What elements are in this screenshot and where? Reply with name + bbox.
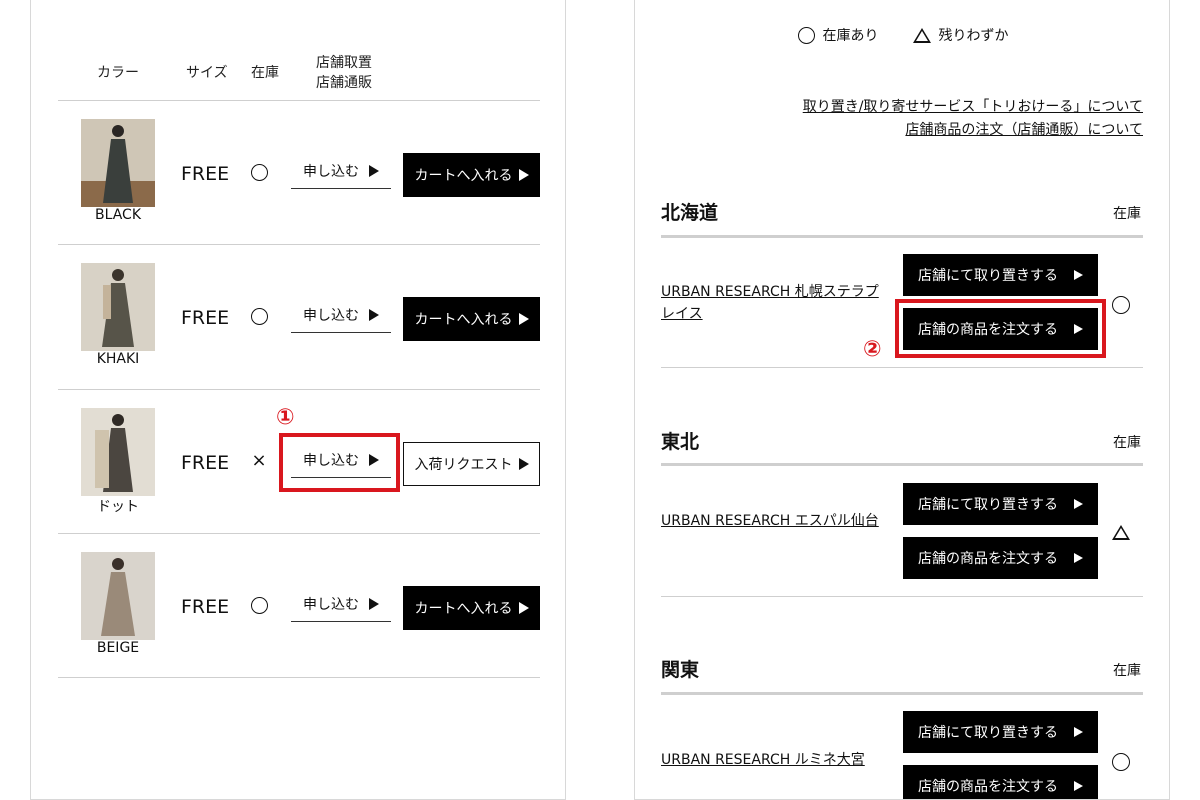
color-name: KHAKI <box>96 351 140 367</box>
add-to-cart-button[interactable]: カートへ入れる <box>403 586 540 630</box>
request-label: 入荷リクエスト <box>414 457 513 473</box>
store-stock-panel: 在庫あり 残りわずか 取り置き/取り寄せサービス「トリおけーる」について 店舗商… <box>634 0 1170 800</box>
region-stock-label: 在庫 <box>1113 435 1141 451</box>
region-title: 北海道 <box>661 202 719 224</box>
divider <box>58 677 540 678</box>
cart-label: カートへ入れる <box>414 312 513 328</box>
product-thumbnail[interactable] <box>81 552 155 640</box>
table-row: BEIGE FREE 申し込む カートへ入れる <box>31 534 565 678</box>
region-divider <box>661 463 1143 466</box>
product-size-panel: カラー サイズ 在庫 店舗取置 店舗通販 BLACK FREE 申し込む カート… <box>30 0 566 800</box>
region-stock-label: 在庫 <box>1113 663 1141 679</box>
size-value: FREE <box>181 163 230 185</box>
header-stock: 在庫 <box>251 65 279 81</box>
play-arrow-icon <box>518 602 529 614</box>
legend-in-stock-label: 在庫あり <box>822 28 879 44</box>
in-stock-circle-icon <box>1112 753 1130 771</box>
in-stock-circle-icon <box>251 164 268 181</box>
play-arrow-icon <box>1074 727 1083 737</box>
in-stock-circle-icon <box>251 597 268 614</box>
play-arrow-icon <box>518 169 529 181</box>
in-stock-circle-icon <box>1112 296 1130 314</box>
service-info-link[interactable]: 取り置き/取り寄せサービス「トリおけーる」について <box>803 96 1143 116</box>
play-arrow-icon <box>369 597 379 610</box>
region-title: 関東 <box>661 659 700 681</box>
region-title: 東北 <box>661 431 700 453</box>
order-label: 店舗の商品を注文する <box>918 779 1058 795</box>
size-value: FREE <box>181 452 230 474</box>
stock-legend: 在庫あり 残りわずか <box>635 25 1169 45</box>
product-thumbnail[interactable] <box>81 408 155 496</box>
cart-label: カートへ入れる <box>414 601 513 617</box>
store-divider <box>661 596 1143 597</box>
store-name-link[interactable]: URBAN RESEARCH 札幌ステラプレイス <box>661 281 886 325</box>
cart-label: カートへ入れる <box>414 168 513 184</box>
table-row: BLACK FREE 申し込む カートへ入れる <box>31 101 565 245</box>
header-size: サイズ <box>186 65 228 81</box>
header-color: カラー <box>97 65 139 81</box>
add-to-cart-button[interactable]: カートへ入れる <box>403 153 540 197</box>
play-arrow-icon <box>1074 499 1083 509</box>
triangle-icon <box>912 27 931 43</box>
annotation-box-1 <box>279 433 400 492</box>
annotation-number-1: ① <box>276 405 295 430</box>
restock-request-button[interactable]: 入荷リクエスト <box>403 442 540 486</box>
region-divider <box>661 692 1143 695</box>
hold-at-store-button[interactable]: 店舗にて取り置きする <box>903 483 1098 525</box>
annotation-box-2 <box>895 299 1106 358</box>
apply-button[interactable]: 申し込む <box>291 153 391 189</box>
legend-low-stock-label: 残りわずか <box>938 28 1009 44</box>
color-name: BEIGE <box>96 640 140 656</box>
order-label: 店舗の商品を注文する <box>918 551 1058 567</box>
header-store-line2: 店舗通販 <box>316 75 372 91</box>
color-name: BLACK <box>94 207 141 223</box>
play-arrow-icon <box>1074 781 1083 791</box>
apply-label: 申し込む <box>303 596 359 613</box>
add-to-cart-button[interactable]: カートへ入れる <box>403 297 540 341</box>
play-arrow-icon <box>1074 553 1083 563</box>
color-name: ドット <box>97 499 139 515</box>
store-name-link[interactable]: URBAN RESEARCH エスパル仙台 <box>661 510 886 532</box>
hold-label: 店舗にて取り置きする <box>918 497 1058 513</box>
header-store-line1: 店舗取置 <box>316 55 372 71</box>
out-of-stock-mark: × <box>251 450 267 471</box>
header-store: 店舗取置 店舗通販 <box>316 53 372 93</box>
order-store-item-button[interactable]: 店舗の商品を注文する <box>903 765 1098 799</box>
hold-at-store-button[interactable]: 店舗にて取り置きする <box>903 711 1098 753</box>
hold-label: 店舗にて取り置きする <box>918 725 1058 741</box>
apply-button[interactable]: 申し込む <box>291 297 391 333</box>
hold-at-store-button[interactable]: 店舗にて取り置きする <box>903 254 1098 296</box>
in-stock-circle-icon <box>251 308 268 325</box>
play-arrow-icon <box>369 308 379 321</box>
circle-icon <box>797 26 815 44</box>
play-arrow-icon <box>1074 270 1083 280</box>
legend-in-stock: 在庫あり <box>797 25 879 45</box>
size-value: FREE <box>181 307 230 329</box>
hold-label: 店舗にて取り置きする <box>918 268 1058 284</box>
legend-low-stock: 残りわずか <box>912 25 1009 45</box>
size-value: FREE <box>181 596 230 618</box>
region-stock-label: 在庫 <box>1113 206 1141 222</box>
apply-button[interactable]: 申し込む <box>291 586 391 622</box>
store-name-link[interactable]: URBAN RESEARCH ルミネ大宮 <box>661 749 886 771</box>
annotation-number-2: ② <box>863 337 882 362</box>
order-store-item-button[interactable]: 店舗の商品を注文する <box>903 537 1098 579</box>
table-row: KHAKI FREE 申し込む カートへ入れる <box>31 245 565 389</box>
low-stock-triangle-icon <box>1112 525 1130 540</box>
region-divider <box>661 235 1143 238</box>
play-arrow-icon <box>369 164 379 177</box>
product-thumbnail[interactable] <box>81 119 155 207</box>
play-arrow-icon <box>518 458 529 470</box>
store-order-info-link[interactable]: 店舗商品の注文（店舗通販）について <box>905 119 1143 139</box>
store-divider <box>661 367 1143 368</box>
apply-label: 申し込む <box>303 163 359 180</box>
apply-label: 申し込む <box>303 307 359 324</box>
play-arrow-icon <box>518 313 529 325</box>
product-thumbnail[interactable] <box>81 263 155 351</box>
